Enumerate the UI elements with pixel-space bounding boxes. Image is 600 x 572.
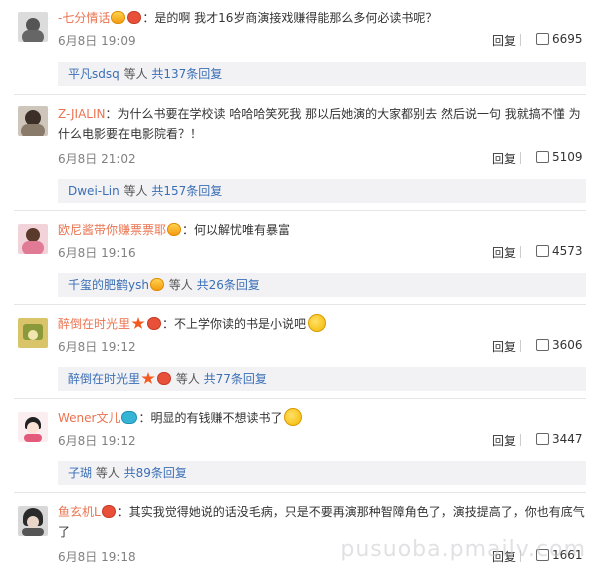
comment-text: ：明显的有钱赚不想读书了 <box>138 411 283 425</box>
thumbs-up-icon <box>536 33 549 45</box>
comment-date: 6月8日 19:18 <box>58 550 136 564</box>
username[interactable]: 欧尼酱带你赚票票耶 <box>58 223 166 237</box>
divider <box>520 34 521 46</box>
username[interactable]: 鱼玄机L <box>58 505 101 519</box>
divider <box>14 398 586 399</box>
sub-reply-count[interactable]: 共157条回复 <box>151 184 222 198</box>
reply-button[interactable]: 回复 <box>492 244 516 261</box>
like-button[interactable]: 3447 <box>536 432 583 446</box>
avatar[interactable] <box>18 12 48 42</box>
divider <box>520 152 521 164</box>
sub-reply-user[interactable]: 醉倒在时光里 <box>68 372 140 386</box>
avatar[interactable] <box>18 506 48 536</box>
comment-date: 6月8日 19:16 <box>58 246 136 260</box>
vip-badge-icon <box>147 317 162 330</box>
sub-reply-mid: 等人 <box>164 278 197 292</box>
sub-reply-mid: 等人 <box>92 466 124 480</box>
sub-reply-mid: 等人 <box>119 67 152 81</box>
crown-badge-icon <box>111 11 126 24</box>
like-button[interactable]: 6695 <box>536 32 583 46</box>
sub-reply-count[interactable]: 共77条回复 <box>204 372 267 386</box>
reply-button[interactable]: 回复 <box>492 32 516 49</box>
thumbs-up-icon <box>536 433 549 445</box>
crown-badge-icon <box>167 223 182 236</box>
vip-badge-icon <box>101 505 116 518</box>
comment-text: ：何以解忧唯有暴富 <box>182 223 291 237</box>
sub-reply-user[interactable]: 平凡sdsq <box>68 67 120 81</box>
sub-reply-box[interactable]: 千玺的肥鹤ysh 等人 共26条回复 <box>58 273 586 297</box>
comment-date: 6月8日 19:12 <box>58 340 136 354</box>
thumbs-up-icon <box>536 245 549 257</box>
sub-reply-count[interactable]: 共26条回复 <box>197 278 260 292</box>
star-badge-icon <box>131 317 145 329</box>
sub-reply-box[interactable]: 醉倒在时光里 等人 共77条回复 <box>58 367 586 391</box>
comment-text: ：不上学你读的书是小说吧 <box>162 317 307 331</box>
comment-text: ：其实我觉得她说的话没毛病，只是不要再演那种智障角色了，演技提高了，你也有底气了 <box>58 505 585 539</box>
sub-reply-box[interactable]: 平凡sdsq 等人 共137条回复 <box>58 62 586 86</box>
divider <box>520 246 521 258</box>
like-button[interactable]: 4573 <box>536 244 583 258</box>
emoji-icon <box>284 408 303 426</box>
like-button[interactable]: 5109 <box>536 150 583 164</box>
star-badge-icon <box>141 372 155 384</box>
comment-text-row: Z-JIALIN：为什么书要在学校读 哈哈哈笑死我 那以后她演的大家都别去 然后… <box>58 104 586 144</box>
comment-text: ：是的啊 我才16岁商演接戏赚得能那么多何必读书呢？ <box>142 11 438 25</box>
watermark: pusuoba.pmailv.com <box>340 537 586 562</box>
username[interactable]: 醉倒在时光里 <box>58 317 130 331</box>
sub-reply-count[interactable]: 共89条回复 <box>124 466 187 480</box>
sub-reply-user[interactable]: 子瑚 <box>68 466 92 480</box>
like-count: 3606 <box>552 338 583 352</box>
avatar[interactable] <box>18 224 48 254</box>
like-button[interactable]: 3606 <box>536 338 583 352</box>
reply-button[interactable]: 回复 <box>492 338 516 355</box>
divider <box>14 492 586 493</box>
comment-date: 6月8日 21:02 <box>58 152 136 166</box>
divider <box>520 434 521 446</box>
like-count: 3447 <box>552 432 583 446</box>
sub-reply-mid: 等人 <box>172 372 204 386</box>
comment-text-row: 欧尼酱带你赚票票耶 ：何以解忧唯有暴富 <box>58 220 586 240</box>
avatar[interactable] <box>18 106 48 136</box>
sub-reply-count[interactable]: 共137条回复 <box>151 67 222 81</box>
avatar[interactable] <box>18 412 48 442</box>
emoji-icon <box>308 314 327 332</box>
sub-reply-user[interactable]: Dwei-Lin <box>68 184 120 198</box>
comment-text-row: 鱼玄机L ：其实我觉得她说的话没毛病，只是不要再演那种智障角色了，演技提高了，你也… <box>58 502 586 542</box>
like-count: 6695 <box>552 32 583 46</box>
comment-text-row: Wener文儿 ：明显的有钱赚不想读书了 <box>58 408 586 428</box>
like-count: 4573 <box>552 244 583 258</box>
member-badge-icon <box>121 411 138 424</box>
sub-reply-box[interactable]: 子瑚 等人 共89条回复 <box>58 461 586 485</box>
comment-date: 6月8日 19:09 <box>58 34 136 48</box>
sub-reply-mid: 等人 <box>119 184 152 198</box>
thumbs-up-icon <box>536 151 549 163</box>
reply-button[interactable]: 回复 <box>492 432 516 449</box>
comment-text: ：为什么书要在学校读 哈哈哈笑死我 那以后她演的大家都别去 然后说一句 我就搞不… <box>58 107 581 141</box>
comment-date: 6月8日 19:12 <box>58 434 136 448</box>
username[interactable]: Wener文儿 <box>58 411 120 425</box>
like-count: 5109 <box>552 150 583 164</box>
sub-reply-user[interactable]: 千玺的肥鹤ysh <box>68 278 149 292</box>
avatar[interactable] <box>18 318 48 348</box>
divider <box>14 304 586 305</box>
username[interactable]: Z-JIALIN <box>58 107 106 121</box>
thumbs-up-icon <box>536 339 549 351</box>
comment-text-row: -七分情话 ：是的啊 我才16岁商演接戏赚得能那么多何必读书呢？ <box>58 8 586 28</box>
crown-badge-icon <box>149 278 164 291</box>
vip-badge-icon <box>127 11 142 24</box>
divider <box>520 340 521 352</box>
comment-text-row: 醉倒在时光里 ：不上学你读的书是小说吧 <box>58 314 586 334</box>
username[interactable]: -七分情话 <box>58 11 110 25</box>
reply-button[interactable]: 回复 <box>492 150 516 167</box>
divider <box>14 210 586 211</box>
sub-reply-box[interactable]: Dwei-Lin 等人 共157条回复 <box>58 179 586 203</box>
vip-badge-icon <box>157 372 172 385</box>
divider <box>14 94 586 95</box>
